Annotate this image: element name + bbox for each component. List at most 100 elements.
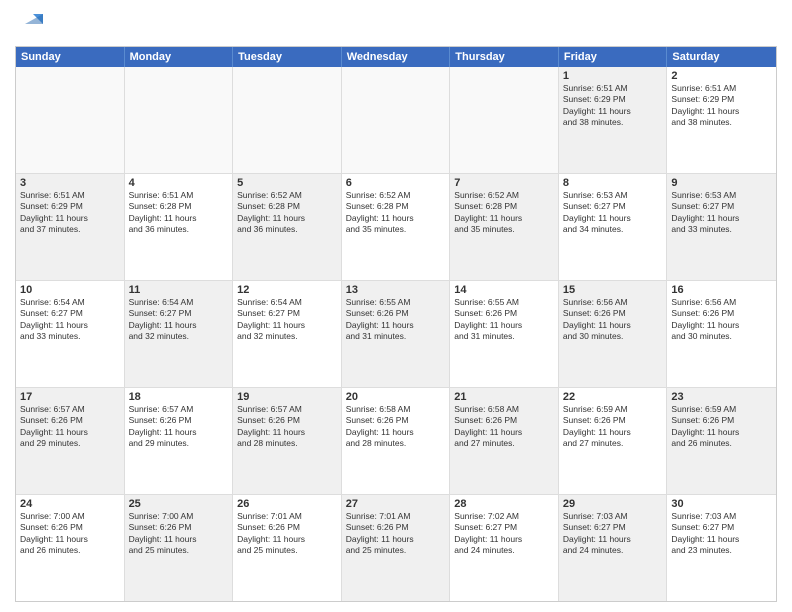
calendar-cell: 14Sunrise: 6:55 AM Sunset: 6:26 PM Dayli… [450, 281, 559, 387]
day-info: Sunrise: 6:59 AM Sunset: 6:26 PM Dayligh… [563, 404, 663, 450]
calendar-cell: 28Sunrise: 7:02 AM Sunset: 6:27 PM Dayli… [450, 495, 559, 601]
calendar-cell [16, 67, 125, 173]
calendar-cell: 10Sunrise: 6:54 AM Sunset: 6:27 PM Dayli… [16, 281, 125, 387]
day-info: Sunrise: 6:52 AM Sunset: 6:28 PM Dayligh… [237, 190, 337, 236]
calendar-cell: 23Sunrise: 6:59 AM Sunset: 6:26 PM Dayli… [667, 388, 776, 494]
calendar-cell: 12Sunrise: 6:54 AM Sunset: 6:27 PM Dayli… [233, 281, 342, 387]
day-info: Sunrise: 6:59 AM Sunset: 6:26 PM Dayligh… [671, 404, 772, 450]
day-info: Sunrise: 7:03 AM Sunset: 6:27 PM Dayligh… [563, 511, 663, 557]
calendar-body: 1Sunrise: 6:51 AM Sunset: 6:29 PM Daylig… [16, 67, 776, 601]
day-number: 3 [20, 177, 120, 189]
day-number: 11 [129, 284, 229, 296]
header-day-monday: Monday [125, 47, 234, 67]
calendar-cell: 22Sunrise: 6:59 AM Sunset: 6:26 PM Dayli… [559, 388, 668, 494]
day-number: 6 [346, 177, 446, 189]
day-number: 20 [346, 391, 446, 403]
logo-icon [15, 10, 43, 38]
day-info: Sunrise: 6:51 AM Sunset: 6:29 PM Dayligh… [563, 83, 663, 129]
day-info: Sunrise: 6:54 AM Sunset: 6:27 PM Dayligh… [237, 297, 337, 343]
day-info: Sunrise: 6:51 AM Sunset: 6:29 PM Dayligh… [20, 190, 120, 236]
day-info: Sunrise: 6:55 AM Sunset: 6:26 PM Dayligh… [454, 297, 554, 343]
calendar-cell: 18Sunrise: 6:57 AM Sunset: 6:26 PM Dayli… [125, 388, 234, 494]
calendar-cell: 7Sunrise: 6:52 AM Sunset: 6:28 PM Daylig… [450, 174, 559, 280]
calendar-cell: 13Sunrise: 6:55 AM Sunset: 6:26 PM Dayli… [342, 281, 451, 387]
day-info: Sunrise: 7:01 AM Sunset: 6:26 PM Dayligh… [237, 511, 337, 557]
day-number: 24 [20, 498, 120, 510]
day-info: Sunrise: 7:02 AM Sunset: 6:27 PM Dayligh… [454, 511, 554, 557]
header-day-thursday: Thursday [450, 47, 559, 67]
day-number: 12 [237, 284, 337, 296]
day-number: 8 [563, 177, 663, 189]
calendar-cell: 26Sunrise: 7:01 AM Sunset: 6:26 PM Dayli… [233, 495, 342, 601]
day-number: 21 [454, 391, 554, 403]
header-day-friday: Friday [559, 47, 668, 67]
day-info: Sunrise: 6:56 AM Sunset: 6:26 PM Dayligh… [563, 297, 663, 343]
day-info: Sunrise: 6:58 AM Sunset: 6:26 PM Dayligh… [454, 404, 554, 450]
day-info: Sunrise: 7:00 AM Sunset: 6:26 PM Dayligh… [20, 511, 120, 557]
day-number: 4 [129, 177, 229, 189]
day-info: Sunrise: 7:03 AM Sunset: 6:27 PM Dayligh… [671, 511, 772, 557]
day-number: 29 [563, 498, 663, 510]
calendar-row-4: 24Sunrise: 7:00 AM Sunset: 6:26 PM Dayli… [16, 495, 776, 601]
calendar-row-1: 3Sunrise: 6:51 AM Sunset: 6:29 PM Daylig… [16, 174, 776, 281]
day-number: 7 [454, 177, 554, 189]
calendar-cell: 11Sunrise: 6:54 AM Sunset: 6:27 PM Dayli… [125, 281, 234, 387]
calendar-cell: 19Sunrise: 6:57 AM Sunset: 6:26 PM Dayli… [233, 388, 342, 494]
header-day-wednesday: Wednesday [342, 47, 451, 67]
day-number: 13 [346, 284, 446, 296]
calendar-header: SundayMondayTuesdayWednesdayThursdayFrid… [16, 47, 776, 67]
calendar-cell: 21Sunrise: 6:58 AM Sunset: 6:26 PM Dayli… [450, 388, 559, 494]
day-number: 15 [563, 284, 663, 296]
calendar-cell: 5Sunrise: 6:52 AM Sunset: 6:28 PM Daylig… [233, 174, 342, 280]
day-number: 27 [346, 498, 446, 510]
header-day-sunday: Sunday [16, 47, 125, 67]
calendar-cell: 24Sunrise: 7:00 AM Sunset: 6:26 PM Dayli… [16, 495, 125, 601]
calendar-cell: 30Sunrise: 7:03 AM Sunset: 6:27 PM Dayli… [667, 495, 776, 601]
day-number: 26 [237, 498, 337, 510]
calendar-cell: 3Sunrise: 6:51 AM Sunset: 6:29 PM Daylig… [16, 174, 125, 280]
calendar-cell: 1Sunrise: 6:51 AM Sunset: 6:29 PM Daylig… [559, 67, 668, 173]
calendar-cell: 29Sunrise: 7:03 AM Sunset: 6:27 PM Dayli… [559, 495, 668, 601]
calendar-cell: 9Sunrise: 6:53 AM Sunset: 6:27 PM Daylig… [667, 174, 776, 280]
day-info: Sunrise: 6:55 AM Sunset: 6:26 PM Dayligh… [346, 297, 446, 343]
day-number: 1 [563, 70, 663, 82]
day-info: Sunrise: 6:51 AM Sunset: 6:28 PM Dayligh… [129, 190, 229, 236]
calendar-cell: 25Sunrise: 7:00 AM Sunset: 6:26 PM Dayli… [125, 495, 234, 601]
day-number: 25 [129, 498, 229, 510]
calendar-cell: 27Sunrise: 7:01 AM Sunset: 6:26 PM Dayli… [342, 495, 451, 601]
day-info: Sunrise: 6:57 AM Sunset: 6:26 PM Dayligh… [237, 404, 337, 450]
day-info: Sunrise: 7:01 AM Sunset: 6:26 PM Dayligh… [346, 511, 446, 557]
day-info: Sunrise: 6:51 AM Sunset: 6:29 PM Dayligh… [671, 83, 772, 129]
day-number: 5 [237, 177, 337, 189]
day-info: Sunrise: 6:57 AM Sunset: 6:26 PM Dayligh… [20, 404, 120, 450]
calendar-cell [125, 67, 234, 173]
calendar-cell: 8Sunrise: 6:53 AM Sunset: 6:27 PM Daylig… [559, 174, 668, 280]
day-info: Sunrise: 6:52 AM Sunset: 6:28 PM Dayligh… [346, 190, 446, 236]
calendar-cell [342, 67, 451, 173]
calendar-cell [450, 67, 559, 173]
day-info: Sunrise: 6:56 AM Sunset: 6:26 PM Dayligh… [671, 297, 772, 343]
calendar-cell: 2Sunrise: 6:51 AM Sunset: 6:29 PM Daylig… [667, 67, 776, 173]
calendar-cell: 15Sunrise: 6:56 AM Sunset: 6:26 PM Dayli… [559, 281, 668, 387]
header-day-tuesday: Tuesday [233, 47, 342, 67]
calendar-row-2: 10Sunrise: 6:54 AM Sunset: 6:27 PM Dayli… [16, 281, 776, 388]
day-number: 18 [129, 391, 229, 403]
day-info: Sunrise: 6:53 AM Sunset: 6:27 PM Dayligh… [563, 190, 663, 236]
calendar-row-3: 17Sunrise: 6:57 AM Sunset: 6:26 PM Dayli… [16, 388, 776, 495]
header-day-saturday: Saturday [667, 47, 776, 67]
calendar-cell [233, 67, 342, 173]
day-info: Sunrise: 6:57 AM Sunset: 6:26 PM Dayligh… [129, 404, 229, 450]
day-number: 17 [20, 391, 120, 403]
day-number: 2 [671, 70, 772, 82]
calendar-row-0: 1Sunrise: 6:51 AM Sunset: 6:29 PM Daylig… [16, 67, 776, 174]
calendar-cell: 4Sunrise: 6:51 AM Sunset: 6:28 PM Daylig… [125, 174, 234, 280]
calendar-cell: 20Sunrise: 6:58 AM Sunset: 6:26 PM Dayli… [342, 388, 451, 494]
day-number: 28 [454, 498, 554, 510]
logo [15, 10, 47, 38]
day-number: 16 [671, 284, 772, 296]
day-info: Sunrise: 6:52 AM Sunset: 6:28 PM Dayligh… [454, 190, 554, 236]
day-info: Sunrise: 7:00 AM Sunset: 6:26 PM Dayligh… [129, 511, 229, 557]
page-header [15, 10, 777, 38]
day-number: 30 [671, 498, 772, 510]
day-number: 9 [671, 177, 772, 189]
